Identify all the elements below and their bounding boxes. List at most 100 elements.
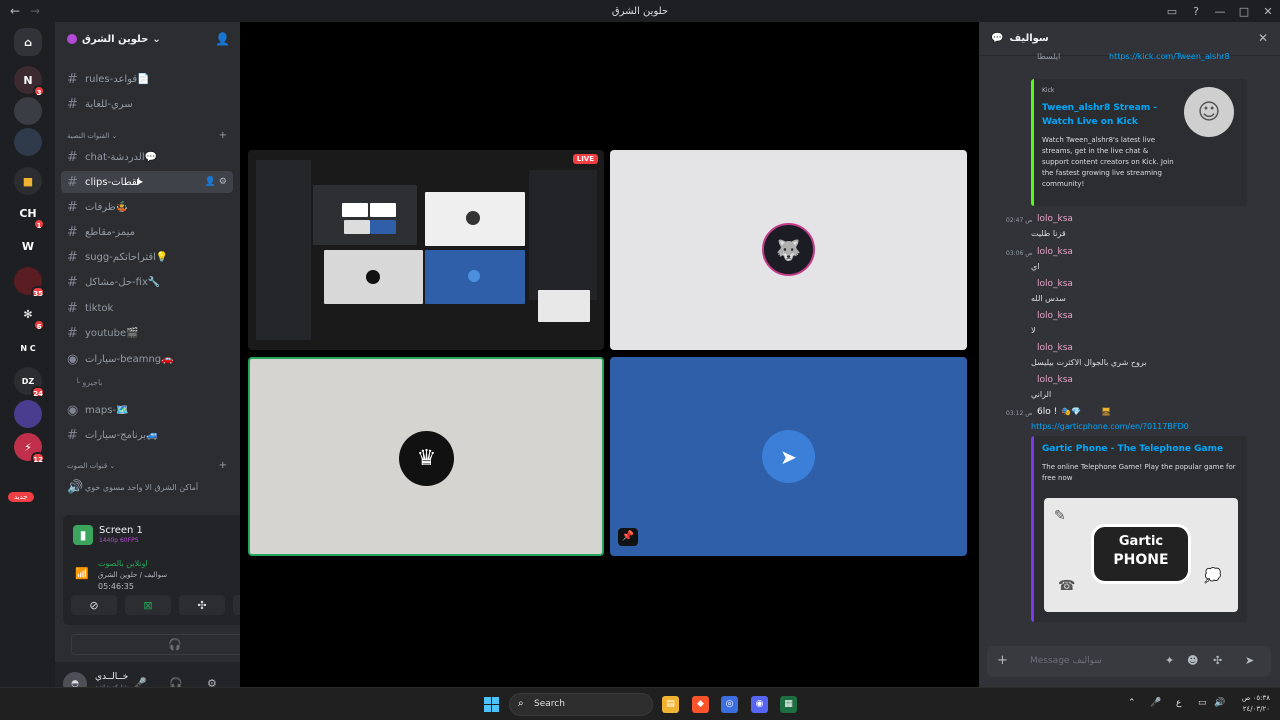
screen-share-tile[interactable]: LIVE (248, 150, 604, 350)
close-window-icon[interactable]: ✕ (1256, 5, 1280, 18)
channel-cars-program[interactable]: # برنامج-سيارات 🚙 (61, 424, 233, 446)
channel-sugg[interactable]: # sugg-اقتراحاتكم 💡 (61, 246, 233, 268)
embed-title[interactable]: Gartic Phone - The Telephone Game (1042, 442, 1242, 456)
tray-chevron-icon[interactable]: ⌃ (1128, 698, 1136, 708)
message-author[interactable]: lolo_ksa (1037, 279, 1073, 289)
server-name: حلوين الشرق (82, 33, 149, 45)
thread-item[interactable]: └ باجيرو (75, 378, 103, 387)
server-icon-5[interactable]: ✻ 6 (14, 300, 45, 331)
clock-time: ٠٥:٣٨ ص (1241, 694, 1270, 702)
send-icon[interactable]: ➤ (1245, 654, 1254, 667)
close-chat-icon[interactable]: ✕ (1258, 31, 1268, 45)
file-explorer-icon[interactable]: ▤ (662, 696, 679, 713)
phone-icon: ☎ (1058, 578, 1076, 594)
new-unreads-pill[interactable]: جديد (8, 492, 34, 502)
channel-clips[interactable]: # clips-لقطات 👤 ⚙ (61, 171, 233, 193)
discord-taskbar-icon[interactable]: ◉ (751, 696, 768, 713)
nested-thumb (370, 203, 396, 217)
message-author[interactable]: lolo_ksa (1037, 247, 1073, 257)
channel-memes[interactable]: # ميمز-مقاطع (61, 221, 233, 243)
share-screen-button[interactable]: ⊠ (125, 595, 171, 615)
message-composer[interactable]: + Message سواليف ✦ ☻ ✣ ➤ (987, 646, 1271, 677)
app-icon[interactable]: ◎ (721, 696, 738, 713)
maximize-icon[interactable]: □ (1232, 5, 1256, 18)
volume-icon[interactable]: 🔊 (1214, 698, 1225, 708)
embed-title[interactable]: Tween_alshr8 Stream - Watch Live on Kick (1042, 101, 1172, 129)
server-icon-8[interactable] (14, 400, 42, 428)
hash-icon: # (67, 325, 78, 341)
minimize-icon[interactable]: — (1208, 5, 1232, 18)
gift-icon[interactable]: ✣ (1213, 654, 1222, 667)
create-channel-icon[interactable]: + (219, 130, 227, 141)
discord-home-icon[interactable]: ⌂ (14, 28, 42, 56)
hash-icon: # (67, 174, 78, 190)
add-attachment-icon[interactable]: + (997, 653, 1008, 668)
server-icon-w[interactable]: W (14, 232, 42, 260)
server-icon-2[interactable] (14, 97, 42, 125)
message-author[interactable]: lolo_ksa (1037, 311, 1073, 321)
help-icon[interactable]: ? (1184, 5, 1208, 18)
server-list: ⌂ N3 ■ CH 1 W 35 ✻ 6 N C DZ 24 ⚡ 12 جديد (0, 22, 55, 687)
windows-start-icon[interactable] (484, 697, 499, 712)
channel-secret[interactable]: # سري-للغاية (61, 93, 233, 115)
message-author[interactable]: lolo_ksa (1037, 343, 1073, 353)
server-icon-7[interactable]: DZ 24 (14, 367, 45, 398)
message-author[interactable]: 6lo ! (1037, 407, 1057, 417)
server-icon-1[interactable]: N3 (14, 66, 45, 97)
microphone-tray-icon[interactable]: 🎤 (1150, 698, 1161, 708)
signal-icon[interactable]: 📶 (75, 567, 89, 580)
taskbar-search[interactable]: ⌕ Search (509, 693, 653, 716)
folder-icon[interactable]: ■ (14, 167, 42, 195)
spreadsheet-app-icon[interactable]: ▦ (780, 696, 797, 713)
category-voice-channels[interactable]: قنوات الصوت ⌄ + (67, 460, 227, 471)
gartic-phone-image[interactable]: Gartic PHONE ✎ 💭 ☎ (1044, 498, 1238, 612)
voice-channel-peek[interactable]: 🔊 أماكن الشرق الا واحد مسوي خوي (61, 476, 233, 498)
brave-browser-icon[interactable]: ◆ (692, 696, 709, 713)
category-text-channels[interactable]: القنوات النصية ⌄ + (67, 130, 227, 141)
channel-tiktok[interactable]: # tiktok (61, 297, 233, 319)
activities-button[interactable]: ✣ (179, 595, 225, 615)
server-icon-3[interactable] (14, 128, 42, 156)
channel-youtube[interactable]: # youtube 🎬 (61, 322, 233, 344)
taskbar-clock[interactable]: ٠٥:٣٨ ص ٢٤/٠٣/٢٠ (1242, 693, 1270, 715)
channel-rules[interactable]: # rules-قواعد 📄 (61, 68, 233, 90)
channel-fix[interactable]: # حل-مشاكل-fix 🔧 (61, 271, 233, 293)
language-indicator[interactable]: ع (1176, 698, 1181, 708)
mention-badge: 6 (33, 319, 45, 331)
server-icon-4[interactable]: 35 (14, 267, 45, 298)
message-author[interactable]: ايلسطا (1037, 52, 1060, 61)
back-arrow-icon[interactable]: ← (0, 4, 30, 18)
apps-icon[interactable]: ✦ (1165, 654, 1174, 667)
channel-label: maps- (85, 404, 117, 416)
inbox-icon[interactable]: ▭ (1160, 5, 1184, 18)
mention-badge: 3 (33, 85, 45, 97)
message-author[interactable]: lolo_ksa (1037, 214, 1073, 224)
message-author[interactable]: lolo_ksa (1037, 375, 1073, 385)
server-icon-ch[interactable]: CH 1 (14, 199, 45, 230)
participant-tile-crown[interactable]: ♛ (248, 357, 604, 556)
server-icon-9[interactable]: ⚡ 12 (14, 433, 45, 464)
server-header[interactable]: حلوين الشرق ⌄ 👤 (55, 22, 240, 56)
invite-people-icon[interactable]: 👤 (215, 32, 230, 46)
brand-avatar: ➤ (762, 430, 815, 483)
channel-chat[interactable]: # chat-الدردشة 💬 (61, 146, 233, 168)
message-timestamp: 02:47 ص (1006, 217, 1033, 224)
pin-icon[interactable]: 📌 (618, 528, 638, 546)
voice-location[interactable]: سواليف / حلوين الشرق (98, 571, 167, 579)
monitor-icon: 🖥 (1101, 407, 1112, 416)
network-icon[interactable]: ▭ (1198, 698, 1207, 708)
participant-tile-blue[interactable]: ➤ 📌 (610, 357, 967, 556)
message-link[interactable]: https://kick.com/Tween_alshr8 (1109, 52, 1229, 61)
message-link[interactable]: https://garticphone.com/en/?0117BFD0 (1031, 422, 1189, 431)
channel-jokes[interactable]: # ظرفات 🤹 (61, 196, 233, 218)
channel-beamng[interactable]: ◉ سيارات-beamng 🚗 (61, 348, 233, 370)
participant-tile-wolf[interactable]: 🐺 (610, 150, 967, 350)
channel-settings-icons[interactable]: 👤 ⚙ (205, 177, 227, 187)
server-icon-nc[interactable]: N C (14, 334, 42, 362)
create-channel-icon[interactable]: + (219, 460, 227, 471)
channel-maps[interactable]: ◉ maps- 🗺️ (61, 399, 233, 421)
forward-arrow-icon[interactable]: → (30, 4, 50, 18)
emoji-icon[interactable]: ☻ (1187, 654, 1198, 667)
message-input[interactable]: Message سواليف (1030, 656, 1102, 666)
camera-off-button[interactable]: ⊘ (71, 595, 117, 615)
